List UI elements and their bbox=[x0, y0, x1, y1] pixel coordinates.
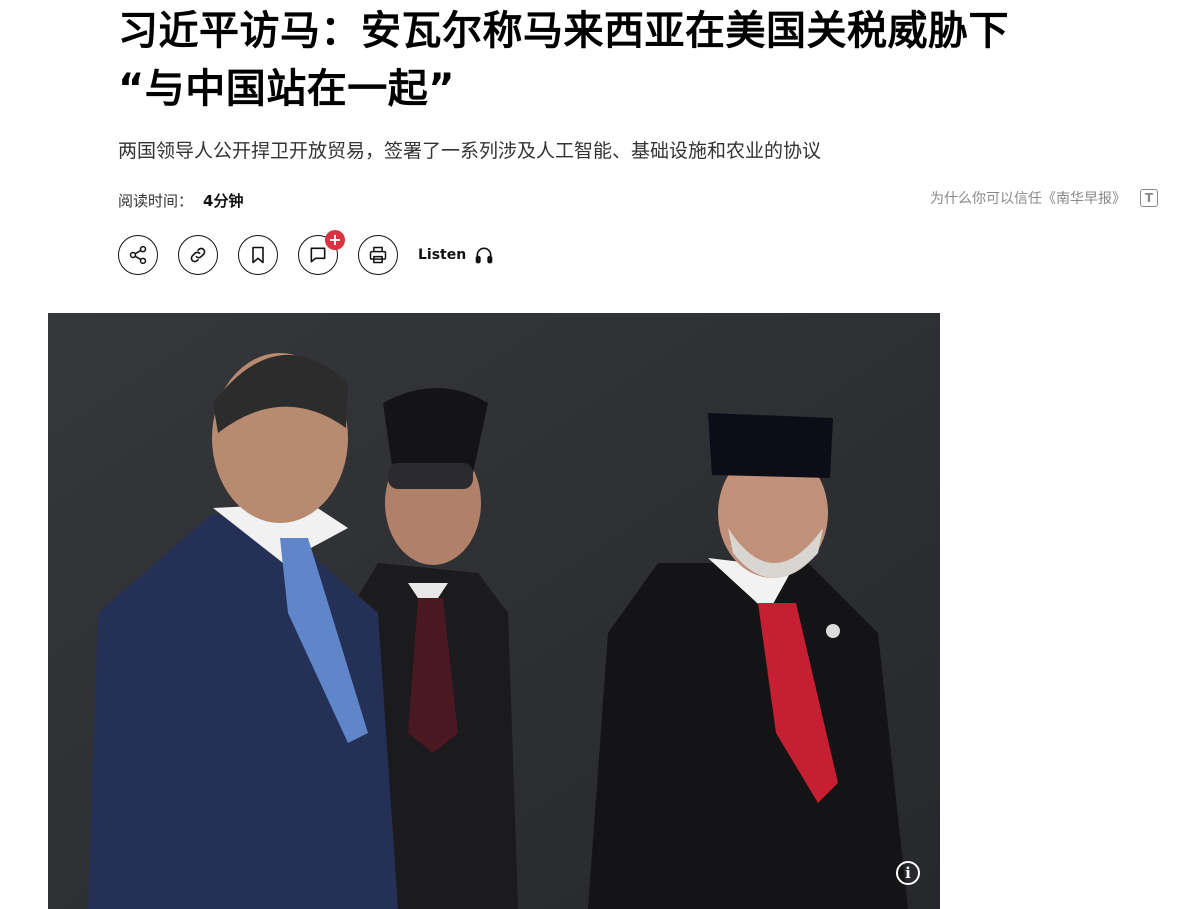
share-button[interactable] bbox=[118, 235, 158, 275]
headphones-icon bbox=[475, 247, 493, 264]
print-icon bbox=[369, 246, 387, 264]
article-subheadline: 两国领导人公开捍卫开放贸易，签署了一系列涉及人工智能、基础设施和农业的协议 bbox=[118, 140, 822, 162]
comment-button[interactable]: + bbox=[298, 230, 345, 275]
copy-link-button[interactable] bbox=[178, 235, 218, 275]
trust-section: 为什么你可以信任《南华早报》 T bbox=[930, 188, 1158, 208]
trust-link[interactable]: 为什么你可以信任《南华早报》 bbox=[930, 188, 1126, 208]
read-time-label: 阅读时间： bbox=[118, 192, 194, 210]
article-hero-photo: i bbox=[48, 313, 940, 909]
article-meta-row: 阅读时间： 4分钟 为什么你可以信任《南华早报》 T bbox=[118, 188, 1158, 214]
text-size-icon[interactable]: T bbox=[1140, 189, 1158, 207]
print-button[interactable] bbox=[358, 235, 398, 275]
comment-badge: + bbox=[325, 230, 345, 250]
photo-scene bbox=[48, 313, 940, 909]
read-time-value: 4分钟 bbox=[203, 192, 244, 210]
listen-button[interactable]: Listen bbox=[418, 245, 494, 265]
bookmark-icon bbox=[252, 246, 264, 264]
article-page: 习近平访马：安瓦尔称马来西亚在美国关税威胁下 “与中国站在一起” 两国领导人公开… bbox=[0, 0, 1200, 909]
article-headline: 习近平访马：安瓦尔称马来西亚在美国关税威胁下 “与中国站在一起” bbox=[118, 2, 1158, 118]
photo-info-button[interactable]: i bbox=[896, 861, 920, 885]
read-time: 阅读时间： 4分钟 bbox=[118, 190, 243, 211]
headline-line-2: “与中国站在一起” bbox=[118, 66, 456, 112]
article-action-bar: + Listen bbox=[118, 230, 494, 276]
listen-label: Listen bbox=[418, 247, 467, 263]
link-icon bbox=[190, 247, 206, 263]
headline-line-1: 习近平访马：安瓦尔称马来西亚在美国关税威胁下 bbox=[118, 8, 1009, 54]
bookmark-button[interactable] bbox=[238, 235, 278, 275]
share-icon bbox=[129, 245, 147, 265]
comment-icon bbox=[310, 247, 326, 263]
